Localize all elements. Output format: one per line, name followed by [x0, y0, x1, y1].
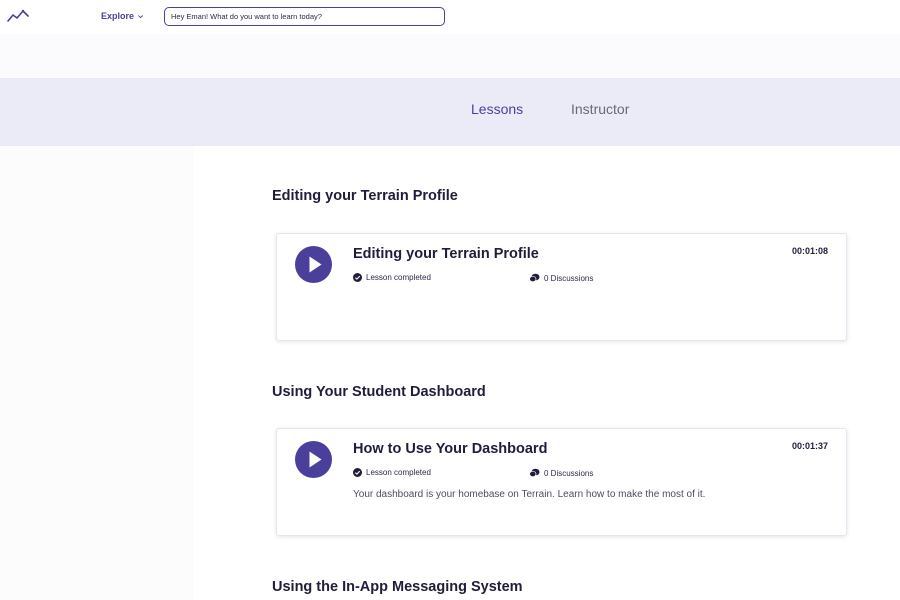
lesson-status-label: Lesson completed: [366, 273, 431, 282]
chevron-down-icon: [138, 14, 144, 18]
lesson-description: Your dashboard is your homebase on Terra…: [353, 489, 706, 500]
explore-label: Explore: [101, 11, 135, 21]
lesson-title[interactable]: Editing your Terrain Profile: [353, 246, 539, 262]
play-icon: [309, 451, 322, 468]
play-button[interactable]: [295, 246, 332, 283]
discussions-count: 0 Discussions: [544, 273, 594, 283]
lesson-status: Lesson completed: [353, 273, 431, 282]
chat-bubbles-icon: [529, 468, 540, 478]
lesson-discussions[interactable]: 0 Discussions: [529, 273, 593, 283]
header-spacer: [0, 34, 900, 78]
play-icon: [309, 256, 322, 273]
check-circle-icon: [353, 273, 362, 282]
lesson-status: Lesson completed: [353, 468, 431, 477]
discussions-count: 0 Discussions: [544, 468, 594, 478]
lesson-card[interactable]: How to Use Your Dashboard 00:01:37 Lesso…: [276, 428, 847, 536]
check-circle-icon: [353, 468, 362, 477]
trend-line-logo-icon[interactable]: [7, 9, 29, 23]
tab-instructor[interactable]: Instructor: [571, 101, 629, 117]
chat-bubbles-icon: [529, 273, 540, 283]
section-title: Using Your Student Dashboard: [272, 384, 486, 400]
course-tabs-band: [0, 78, 900, 146]
lesson-discussions[interactable]: 0 Discussions: [529, 468, 593, 478]
section-title: Editing your Terrain Profile: [272, 188, 458, 204]
explore-menu[interactable]: Explore: [101, 11, 144, 21]
lesson-duration: 00:01:08: [791, 246, 828, 256]
lesson-duration: 00:01:37: [791, 441, 828, 451]
section-title: Using the In-App Messaging System: [272, 579, 523, 595]
lesson-status-label: Lesson completed: [366, 468, 431, 477]
left-column-background: [0, 146, 193, 600]
lesson-title[interactable]: How to Use Your Dashboard: [353, 441, 547, 457]
search-input[interactable]: [164, 7, 445, 26]
lesson-card[interactable]: Editing your Terrain Profile 00:01:08 Le…: [276, 233, 847, 341]
top-navigation-bar: Explore: [0, 0, 900, 34]
play-button[interactable]: [295, 441, 332, 478]
tab-lessons[interactable]: Lessons: [471, 101, 523, 117]
